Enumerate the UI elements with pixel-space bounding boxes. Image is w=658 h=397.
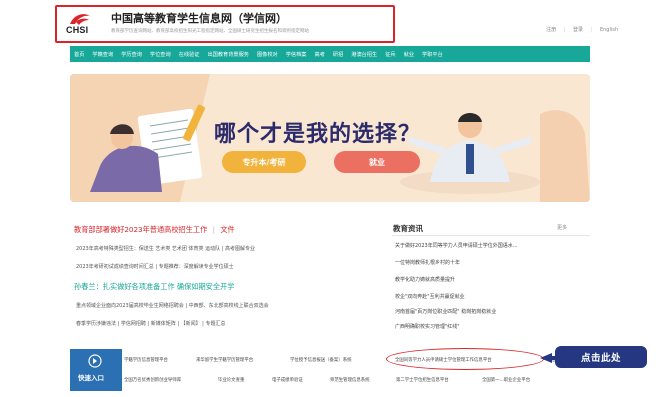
headline-1[interactable]: 教育部部署做好2023年普通高校招生工作 | 文件: [74, 225, 235, 235]
quick-link[interactable]: 学籍学历信息管理平台: [124, 357, 168, 363]
quick-link[interactable]: 学位授予信息报送（备案）系统: [290, 357, 351, 363]
quick-link[interactable]: 全国万名优秀创新创业导师库: [124, 377, 181, 383]
nav-item-home[interactable]: 首页: [74, 51, 84, 58]
nav-item-archive[interactable]: 学信档案: [286, 51, 307, 58]
page: CHSI 中国高等教育学生信息网（学信网） 教育部学历查询网站、教育部高校招生阳…: [0, 0, 658, 397]
nav-item-image-check[interactable]: 图像校对: [257, 51, 278, 58]
news-line-3[interactable]: 2023年考研初试成绩查询时间汇总 | 专题推荐：深度解读专业学位硕士: [76, 263, 234, 270]
header: CHSI 中国高等教育学生信息网（学信网） 教育部学历查询网站、教育部高校招生阳…: [0, 0, 658, 44]
headline-1-doc-link[interactable]: 文件: [220, 225, 234, 234]
edu-news-more-link[interactable]: 更多: [557, 224, 567, 231]
quick-link[interactable]: 第二学士学位招生信息平台: [396, 377, 449, 383]
quick-link[interactable]: 毕业论文查重: [218, 377, 244, 383]
quick-entry-label: 快速入口: [78, 374, 104, 382]
edu-news-item[interactable]: 关于做好2023年同等学力人员申请硕士学位外国语水...: [395, 242, 518, 249]
news-line-5[interactable]: 重点领域企业面向2023届高校毕业生网络招聘会 | 中西部、东北部高校线上联合双…: [76, 302, 269, 309]
nav-item-degree-query[interactable]: 学历查询: [121, 51, 142, 58]
quick-link[interactable]: 全国第一...职业企业平台: [482, 377, 530, 383]
nav-item-abroad-service[interactable]: 出国教育背景服务: [207, 51, 249, 58]
highlight-rectangle: [55, 5, 395, 43]
login-link[interactable]: 登录: [573, 27, 583, 33]
nav-item-enrollment-query[interactable]: 学籍查询: [92, 51, 113, 58]
edu-news-item[interactable]: 一位特岗教师扎根乡村的十年: [395, 259, 460, 266]
nav-item-online-verify[interactable]: 在线验证: [179, 51, 200, 58]
headline-1-sep: |: [212, 225, 216, 234]
edu-news-item[interactable]: 广西明确职校实习管理"红线": [395, 323, 460, 330]
news-line-6[interactable]: 春季学历涉嫌违法 | 学信网招聘 | 新媒体矩阵 | 【新闻】 | 专题汇总: [76, 320, 225, 327]
news-line-2[interactable]: 2023年高考特殊类型招生：保送生 艺术类 艺术团 体育类 运动队 | 高考图解…: [76, 245, 255, 252]
quick-link[interactable]: 电子成绩单验证: [272, 377, 303, 383]
quick-link[interactable]: 来华留学生学籍学历管理平台: [196, 357, 253, 363]
click-here-label: 点击此处: [555, 346, 647, 368]
edu-news-item[interactable]: 校企"双向奔赴"互利共赢促就业: [395, 293, 465, 300]
english-link[interactable]: English: [600, 27, 618, 33]
headline-1-text[interactable]: 教育部部署做好2023年普通高校招生工作: [74, 225, 207, 234]
highlight-ellipse: [386, 348, 544, 370]
nav-item-diploma-query[interactable]: 学位查询: [150, 51, 171, 58]
headline-2[interactable]: 孙春兰：扎实做好各项准备工作 确保如期安全开学: [74, 282, 234, 292]
quick-link[interactable]: 师范生管理信息系统: [330, 377, 370, 383]
edu-news-title: 教育资讯: [393, 224, 423, 233]
edu-news-item[interactable]: 教学化助力铸就高质量提升: [395, 276, 455, 283]
edu-news-item[interactable]: 河南首届"百万岗位职业匹配" 稳岗拓岗稳就业: [395, 308, 496, 315]
divider: [392, 235, 590, 236]
nav-item-yanzhao[interactable]: 研招: [333, 51, 343, 58]
top-links: 注册 | 登录 | English: [546, 27, 618, 33]
nav-item-gaokao[interactable]: 高考: [315, 51, 325, 58]
nav-item-military[interactable]: 征兵: [385, 51, 395, 58]
nav-item-jobs[interactable]: 就业: [404, 51, 414, 58]
banner-title: 哪个才是我的选择？: [214, 122, 422, 147]
upgrade-exam-button[interactable]: 专升本/考研: [222, 151, 306, 173]
nav-item-career[interactable]: 学职平台: [422, 51, 443, 58]
entry-icon: [88, 354, 102, 368]
employment-button[interactable]: 就业: [334, 151, 420, 173]
register-link[interactable]: 注册: [546, 27, 556, 33]
main-nav: 首页 学籍查询 学历查询 学位查询 在线验证 出国教育背景服务 图像校对 学信档…: [70, 46, 590, 62]
nav-item-gat[interactable]: 港澳台招生: [351, 51, 377, 58]
